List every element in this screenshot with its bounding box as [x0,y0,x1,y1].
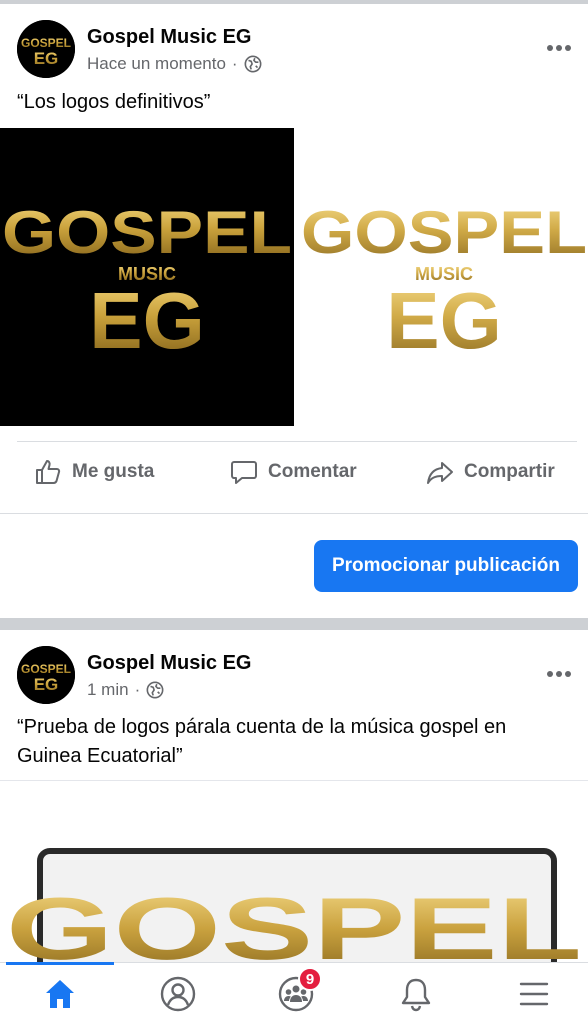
actions-divider [17,441,577,442]
tab-notifications[interactable] [386,971,446,1017]
gospel-logo-laptop: GOSPEL [6,848,582,962]
post-time[interactable]: Hace un momento [87,54,226,74]
tab-home[interactable] [30,971,90,1017]
comment-button[interactable]: Comentar [230,447,357,497]
avatar-logo-line2: EG [34,675,59,694]
like-button[interactable]: Me gusta [34,447,154,497]
more-dot [547,671,553,677]
avatar[interactable]: GOSPEL EG [17,20,75,78]
post-actions: Me gusta Comentar Compartir [0,447,588,497]
logo-line1: GOSPEL [6,879,582,962]
avatar-logo-line1: GOSPEL [21,36,71,50]
post-time[interactable]: 1 min [87,680,129,700]
menu-icon [519,982,549,1006]
post-caption: “Prueba de logos párala cuenta de la mús… [17,716,507,767]
post-image-black[interactable]: GOSPEL MUSIC EG [0,128,294,426]
comment-label: Comentar [268,461,357,482]
profile-icon [160,976,196,1012]
promote-post-button[interactable]: Promocionar publicación [314,540,578,592]
logo-line1: GOSPEL [2,199,292,266]
page-name[interactable]: Gospel Music EG [87,26,251,49]
promo-divider [0,513,588,514]
meta-dot: · [231,54,238,73]
post-meta: Hace un momento · [87,54,262,74]
post-header: GOSPEL EG Gospel Music EG 1 min · [0,636,588,716]
comment-icon [231,461,257,484]
top-separator [0,0,588,4]
post-separator [0,618,588,630]
meta-dot: · [134,680,141,699]
bell-icon [401,978,431,1012]
active-tab-indicator [6,962,114,965]
logo-line3: EG [386,276,502,365]
post-meta: 1 min · [87,680,164,700]
share-label: Compartir [464,461,555,482]
more-dot [556,45,562,51]
more-options-button[interactable] [544,664,574,684]
gospel-logo-avatar: GOSPEL EG [17,646,75,704]
gospel-logo-white-bg: GOSPEL MUSIC EG [301,199,587,365]
more-dot [556,671,562,677]
thumbs-up-icon [36,460,61,484]
gospel-logo-avatar: GOSPEL EG [17,20,75,78]
post-image-white[interactable]: GOSPEL MUSIC EG [300,128,588,426]
logo-line1: GOSPEL [301,199,587,266]
globe-icon [146,681,164,699]
logo-line3: EG [89,276,205,365]
gospel-logo-black-bg: GOSPEL MUSIC EG [2,199,292,365]
like-label: Me gusta [72,461,155,482]
home-icon [46,980,74,1008]
tab-groups[interactable]: 9 [266,967,326,1017]
bottom-tab-bar: 9 [0,962,588,1024]
page-name[interactable]: Gospel Music EG [87,652,251,675]
more-dot [547,45,553,51]
avatar[interactable]: GOSPEL EG [17,646,75,704]
tab-profile[interactable] [148,971,208,1017]
avatar-logo-line1: GOSPEL [21,662,71,676]
globe-icon [244,55,262,73]
post-header: GOSPEL EG Gospel Music EG Hace un moment… [0,10,588,90]
more-dot [565,671,571,677]
more-options-button[interactable] [544,38,574,58]
share-button[interactable]: Compartir [426,447,555,497]
more-dot [565,45,571,51]
tab-menu[interactable] [504,971,564,1017]
share-icon [427,462,453,484]
post-caption: “Los logos definitivos” [17,91,211,113]
avatar-logo-line2: EG [34,49,59,68]
groups-badge: 9 [298,967,322,991]
post-image-laptop[interactable]: GOSPEL [0,780,588,962]
